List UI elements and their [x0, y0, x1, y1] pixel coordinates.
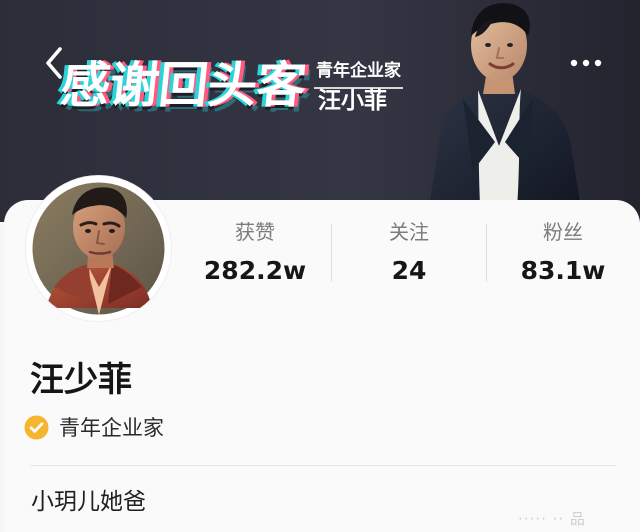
- banner-subtitle: 青年企业家: [316, 61, 401, 81]
- stat-value: 282.2w: [203, 256, 307, 285]
- profile-name: 汪少菲: [30, 360, 132, 400]
- stat-value: 24: [391, 256, 427, 285]
- profile-bio: 小玥儿她爸: [31, 489, 146, 515]
- stat-followers[interactable]: 粉丝 83.1w: [486, 218, 640, 288]
- stat-following[interactable]: 关注 24: [332, 218, 486, 288]
- stat-likes[interactable]: 获赞 282.2w: [178, 218, 332, 288]
- verified-badge: 青年企业家: [24, 414, 178, 442]
- stat-label: 粉丝: [543, 220, 583, 244]
- banner-name: 汪小菲: [318, 88, 387, 114]
- verified-label: 青年企业家: [59, 416, 164, 440]
- banner-headline: 感谢回头客: [58, 57, 310, 114]
- stat-value: 83.1w: [520, 256, 606, 285]
- profile-avatar-photo: [26, 176, 171, 321]
- image-watermark: ····· ·· 品: [518, 510, 586, 528]
- section-divider: [30, 465, 616, 466]
- stat-label: 关注: [389, 220, 429, 244]
- avatar[interactable]: [26, 176, 171, 321]
- cover-person-photo: [427, 3, 583, 222]
- more-dots-icon[interactable]: [568, 57, 604, 69]
- checkmark-badge-icon: [24, 415, 49, 440]
- profile-stats: 获赞 282.2w 关注 24 粉丝 83.1w: [178, 218, 640, 288]
- profile-screen: 感谢回头客 感谢回头客 青年企业家 汪小菲 获赞 282.2w 关注 24 粉丝…: [0, 0, 640, 532]
- chevron-left-icon[interactable]: [41, 44, 67, 82]
- stat-label: 获赞: [235, 220, 275, 244]
